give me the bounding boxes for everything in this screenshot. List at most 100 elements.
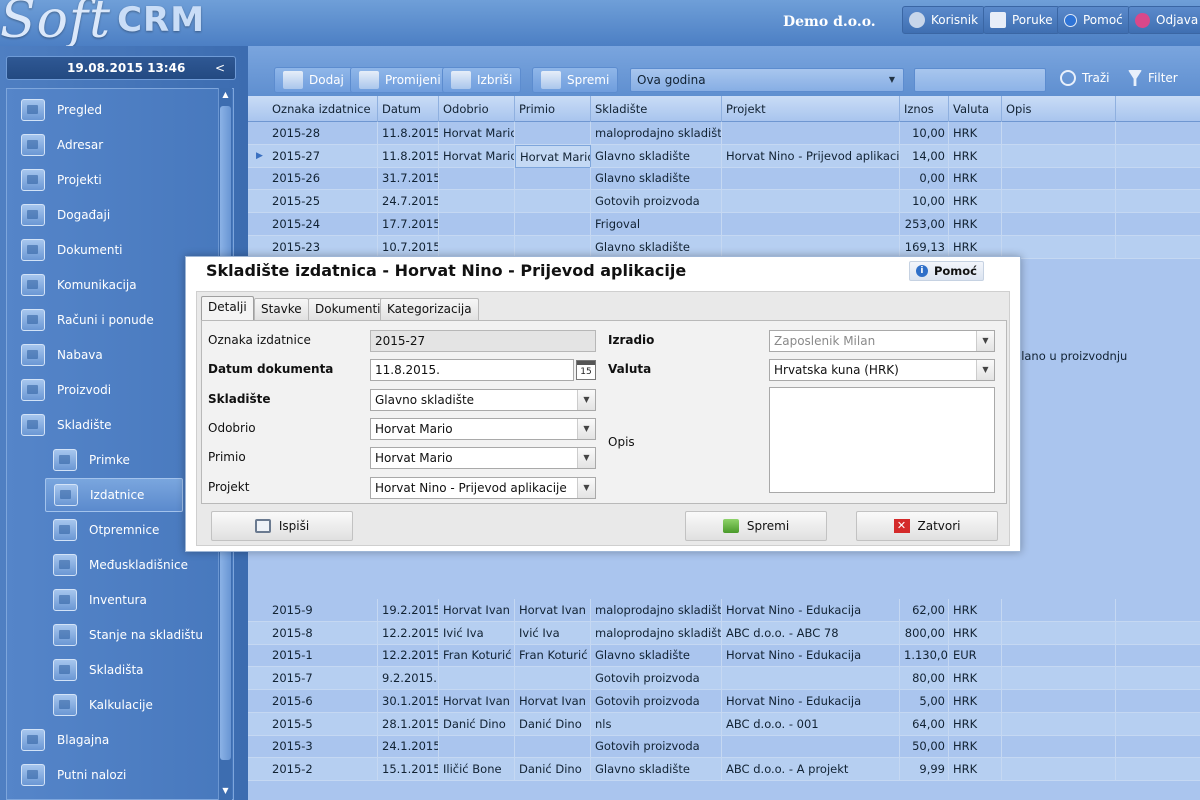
close-button[interactable]: ✕ Zatvori (856, 511, 998, 541)
col-header-iznos[interactable]: Iznos (900, 96, 949, 122)
table-row[interactable]: 2015-26 31.7.2015. Glavno skladište 0,00 HRK (248, 167, 1200, 191)
nav-subitem-stanje[interactable]: Stanje na skladištu (45, 620, 203, 650)
nav-item-adresar[interactable]: Adresar (21, 130, 103, 160)
table-cell (439, 667, 515, 691)
col-header-opis[interactable]: Opis (1002, 96, 1116, 122)
nav-subitem-meduskladisnice[interactable]: Međuskladišnice (45, 550, 188, 580)
table-row[interactable]: 2015-7 9.2.2015. Gotovih proizvoda 80,00 HRK (248, 667, 1200, 691)
table-cell: HRK (949, 712, 1002, 736)
table-cell: Ivić Iva (515, 621, 591, 645)
nav-item-skladiste[interactable]: Skladište (21, 410, 112, 440)
table-cell: Horvat Mario (439, 144, 515, 168)
table-cell: Gotovih proizvoda (591, 689, 722, 713)
save-label: Spremi (567, 73, 610, 87)
search-button[interactable]: Traži (1052, 63, 1118, 93)
table-cell: 64,00 (900, 712, 949, 736)
products-icon (21, 379, 45, 401)
search-input[interactable] (914, 68, 1046, 92)
col-header-valuta[interactable]: Valuta (949, 96, 1002, 122)
table-row[interactable]: 2015-24 17.7.2015. Frigoval 253,00 HRK (248, 212, 1200, 236)
table-cell (1002, 667, 1116, 691)
table-row[interactable]: 2015-6 30.1.2015. Horvat Ivan Horvat Ivan Go… (248, 689, 1200, 713)
collapse-sidebar-button[interactable]: < (215, 57, 225, 79)
table-cell (1002, 167, 1116, 191)
table-row[interactable]: 2015-28 11.8.2015. Horvat Mario maloprodajn… (248, 122, 1200, 145)
table-row[interactable]: 2015-3 24.1.2015. Gotovih proizvoda 50,00 HR… (248, 735, 1200, 759)
table-row[interactable]: 2015-1 12.2.2015. Fran Koturić Fran Koturić… (248, 644, 1200, 668)
col-header-odobrio[interactable]: Odobrio (439, 96, 515, 122)
nav-subitem-skladista[interactable]: Skladišta (45, 655, 183, 685)
filter-button[interactable]: Filter (1120, 63, 1186, 93)
table-cell: HRK (949, 599, 1002, 622)
valuta-select[interactable]: Hrvatska kuna (HRK) ▼ (769, 359, 995, 381)
nav-subitem-primke[interactable]: Primke (45, 445, 183, 475)
scroll-down-arrow-icon[interactable]: ▼ (219, 784, 232, 798)
datum-field[interactable]: 11.8.2015. (370, 359, 574, 381)
nav-item-blagajna[interactable]: Blagajna (21, 725, 109, 755)
nav-item-pregled[interactable]: Pregled (21, 95, 102, 125)
nav-item-putni-nalozi[interactable]: Putni nalozi (21, 760, 126, 790)
odobrio-select[interactable]: Horvat Mario ▼ (370, 418, 596, 440)
stock-icon (53, 624, 77, 646)
dialog-save-button[interactable]: Spremi (685, 511, 827, 541)
nav-subitem-izdatnice[interactable]: Izdatnice (45, 478, 183, 512)
table-row[interactable]: ▶ 2015-27 11.8.2015. Horvat Mario Horvat Mar… (248, 144, 1200, 168)
save-button[interactable]: Spremi (532, 67, 619, 93)
table-row[interactable]: 2015-8 12.2.2015. Ivić Iva Ivić Iva maloprod… (248, 621, 1200, 645)
chevron-down-icon: ▼ (976, 331, 994, 351)
chevron-down-icon: ▼ (577, 448, 595, 468)
user-label: Korisnik (931, 13, 979, 27)
nav-subitem-otpremnice[interactable]: Otpremnice (45, 515, 183, 545)
edit-button[interactable]: Promijeni (350, 67, 450, 93)
table-row[interactable]: 2015-25 24.7.2015. Gotovih proizvoda 10,00 H… (248, 190, 1200, 214)
table-cell: 2015-28 (268, 122, 378, 145)
table-cell (515, 122, 591, 145)
nav-subitem-kalkulacije[interactable]: Kalkulacije (45, 690, 183, 720)
calendar-icon[interactable]: 15 (576, 360, 596, 380)
table-cell: 5,00 (900, 689, 949, 713)
period-select[interactable]: Ova godina ▼ (630, 68, 904, 92)
messages-label: Poruke (1012, 13, 1053, 27)
col-header-datum[interactable]: Datum (378, 96, 439, 122)
tab-dokumenti[interactable]: Dokumenti (308, 298, 388, 320)
nav-item-racuni[interactable]: Računi i ponude (21, 305, 154, 335)
dialog-help-button[interactable]: i Pomoć (908, 261, 984, 281)
tab-detalji[interactable]: Detalji (201, 296, 254, 320)
nav-item-komunikacija[interactable]: Komunikacija (21, 270, 137, 300)
add-button[interactable]: Dodaj (274, 67, 353, 93)
nav-item-proizvodi[interactable]: Proizvodi (21, 375, 111, 405)
col-header-primio[interactable]: Primio (515, 96, 591, 122)
help-button[interactable]: Pomoć (1057, 6, 1130, 34)
user-button[interactable]: Korisnik (902, 6, 986, 34)
table-cell: HRK (949, 757, 1002, 781)
table-cell: HRK (949, 212, 1002, 236)
print-button[interactable]: Ispiši (211, 511, 353, 541)
nav-item-dogadaji[interactable]: Događaji (21, 200, 110, 230)
opis-textarea[interactable] (769, 387, 995, 493)
col-header-skladiste[interactable]: Skladište (591, 96, 722, 122)
nav-subitem-inventura[interactable]: Inventura (45, 585, 183, 615)
col-header-projekt[interactable]: Projekt (722, 96, 900, 122)
nav-item-nabava[interactable]: Nabava (21, 340, 103, 370)
scroll-up-arrow-icon[interactable]: ▲ (219, 88, 232, 102)
table-row[interactable]: 2015-5 28.1.2015. Danić Dino Danić Dino nls A… (248, 712, 1200, 736)
skladiste-select[interactable]: Glavno skladište ▼ (370, 389, 596, 411)
nav-item-projekti[interactable]: Projekti (21, 165, 102, 195)
logout-button[interactable]: Odjava (1128, 6, 1200, 34)
table-row[interactable]: 2015-9 19.2.2015. Horvat Ivan Horvat Ivan ma… (248, 599, 1200, 622)
tab-kategorizacija[interactable]: Kategorizacija (380, 298, 479, 320)
table-cell: Gotovih proizvoda (591, 735, 722, 759)
table-row[interactable]: 2015-2 15.1.2015. Iličić Bone Danić Dino Gla… (248, 757, 1200, 781)
col-header-oznaka[interactable]: Oznaka izdatnice (268, 96, 378, 122)
add-label: Dodaj (309, 73, 344, 87)
valuta-value: Hrvatska kuna (HRK) (774, 363, 899, 377)
delete-label: Izbriši (477, 73, 513, 87)
tab-stavke[interactable]: Stavke (254, 298, 309, 320)
nav-item-dokumenti[interactable]: Dokumenti (21, 235, 122, 265)
messages-button[interactable]: Poruke (983, 6, 1060, 34)
projekt-select[interactable]: Horvat Nino - Prijevod aplikacije ▼ (370, 477, 596, 499)
table-cell: Horvat Ivan (515, 599, 591, 622)
calculator-icon (53, 694, 77, 716)
delete-button[interactable]: Izbriši (442, 67, 522, 93)
primio-select[interactable]: Horvat Mario ▼ (370, 447, 596, 469)
